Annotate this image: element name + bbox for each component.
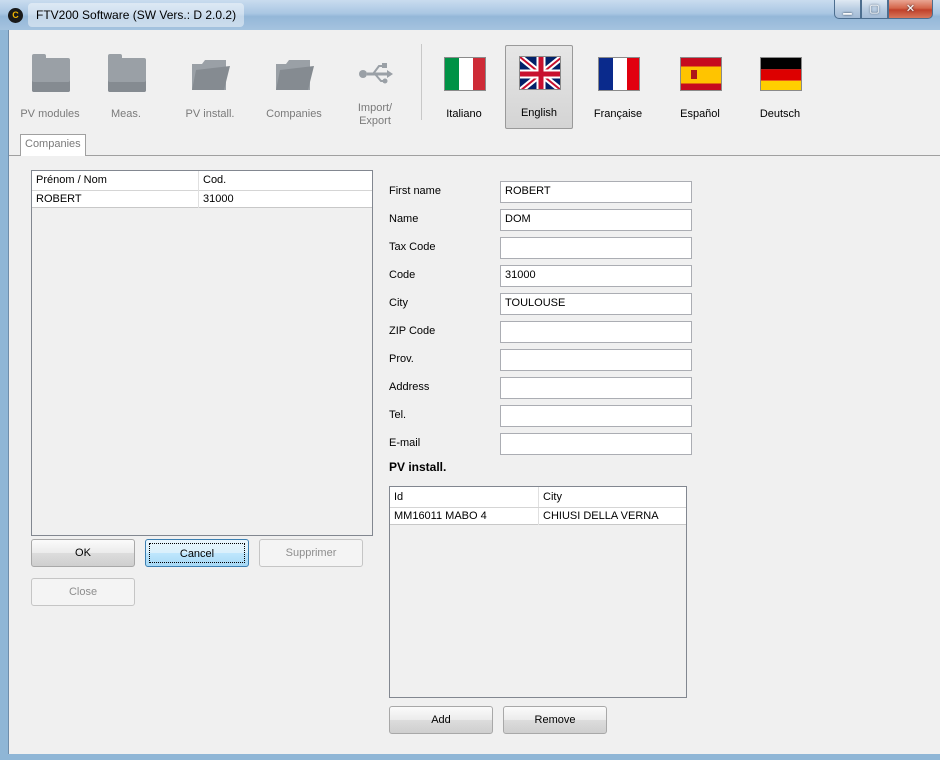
flag-uk-icon [519, 56, 561, 90]
name-label: Name [389, 213, 419, 225]
table-row[interactable]: ROBERT 31000 [32, 191, 372, 208]
language-italiano-label: Italiano [446, 108, 482, 120]
toolbar: PV modules Meas. PV install. Companies I… [9, 30, 940, 134]
cancel-button[interactable]: Cancel [145, 539, 249, 567]
city-label: City [389, 297, 408, 309]
first-name-field[interactable]: ROBERT [500, 181, 692, 203]
toolbar-meas[interactable]: Meas. [95, 46, 157, 126]
pv-install-title: PV install. [389, 460, 447, 474]
window-title: FTV200 Software (SW Vers.: D 2.0.2) [28, 3, 245, 27]
pv-install-list-header: Id City [390, 487, 686, 508]
window-controls: ▁ ▢ ✕ [834, 0, 933, 20]
language-espanol-label: Español [680, 108, 720, 120]
language-english[interactable]: English [505, 45, 573, 129]
company-list[interactable]: Prénom / Nom Cod. ROBERT 31000 [31, 170, 373, 536]
minimize-icon: ▁ [843, 3, 852, 15]
language-francaise[interactable]: Française [587, 47, 649, 131]
tab-bar: Companies [9, 134, 940, 156]
language-espanol[interactable]: Español [669, 47, 731, 131]
delete-button[interactable]: Supprimer [259, 539, 363, 567]
minimize-button[interactable]: ▁ [834, 0, 861, 19]
column-header-name[interactable]: Prénom / Nom [32, 171, 198, 191]
maximize-button[interactable]: ▢ [861, 0, 888, 19]
flag-germany-icon [760, 57, 802, 91]
toolbar-import-export[interactable]: Import/ Export [345, 46, 405, 128]
flag-france-icon [598, 57, 640, 91]
import-label: Import/ [357, 102, 393, 114]
toolbar-meas-label: Meas. [111, 108, 141, 120]
app-window: C FTV200 Software (SW Vers.: D 2.0.2) ▁ … [0, 0, 940, 760]
remove-button[interactable]: Remove [503, 706, 607, 734]
city-field[interactable]: TOULOUSE [500, 293, 692, 315]
language-deutsch-label: Deutsch [759, 108, 801, 120]
address-label: Address [389, 381, 430, 393]
folder-icon [104, 54, 148, 94]
code-label: Code [389, 269, 416, 281]
code-field[interactable]: 31000 [500, 265, 692, 287]
tel-field[interactable] [500, 405, 692, 427]
zip-code-field[interactable] [500, 321, 692, 343]
language-italiano[interactable]: Italiano [433, 47, 495, 131]
language-francaise-label: Française [593, 108, 643, 120]
toolbar-companies-label: Companies [266, 108, 322, 120]
first-name-label: First name [389, 185, 441, 197]
cancel-button-label: Cancel [149, 543, 245, 563]
toolbar-pv-modules-label: PV modules [20, 108, 80, 120]
email-field[interactable] [500, 433, 692, 455]
address-field[interactable] [500, 377, 692, 399]
language-deutsch[interactable]: Deutsch [749, 47, 811, 131]
close-window-button[interactable]: ✕ [888, 0, 933, 19]
cell-name: ROBERT [36, 193, 82, 205]
client-area: PV modules Meas. PV install. Companies I… [8, 30, 940, 754]
folder-icon [28, 54, 72, 94]
table-row[interactable]: MM16011 MABO 4 CHIUSI DELLA VERNA [390, 508, 686, 525]
flag-spain-icon [680, 57, 722, 91]
zip-code-label: ZIP Code [389, 325, 436, 337]
toolbar-pv-install-label: PV install. [185, 108, 235, 120]
folder-open-icon [272, 54, 316, 94]
toolbar-import-export-label: Import/ Export [345, 102, 405, 128]
flag-italy-icon [444, 57, 486, 91]
app-logo-icon: C [8, 8, 23, 23]
folder-open-icon [188, 54, 232, 94]
cell-code: 31000 [198, 191, 372, 208]
maximize-icon: ▢ [869, 3, 880, 15]
close-button[interactable]: Close [31, 578, 135, 606]
tel-label: Tel. [389, 409, 407, 421]
title-bar[interactable]: C FTV200 Software (SW Vers.: D 2.0.2) ▁ … [0, 0, 940, 30]
cell-city: CHIUSI DELLA VERNA [538, 508, 686, 525]
toolbar-pv-install[interactable]: PV install. [179, 46, 241, 126]
column-header-city[interactable]: City [538, 487, 686, 507]
close-icon: ✕ [905, 3, 916, 15]
tab-companies[interactable]: Companies [20, 134, 86, 156]
toolbar-companies[interactable]: Companies [259, 46, 329, 126]
column-header-code[interactable]: Cod. [198, 171, 372, 191]
column-header-id[interactable]: Id [390, 487, 538, 507]
toolbar-pv-modules[interactable]: PV modules [19, 46, 81, 126]
language-english-label: English [520, 107, 558, 119]
export-label: Export [359, 115, 391, 127]
cell-id: MM16011 MABO 4 [394, 510, 487, 522]
name-field[interactable]: DOM [500, 209, 692, 231]
add-button[interactable]: Add [389, 706, 493, 734]
usb-icon [353, 54, 397, 94]
email-label: E-mail [389, 437, 421, 449]
company-list-header: Prénom / Nom Cod. [32, 171, 372, 191]
tax-code-field[interactable] [500, 237, 692, 259]
pv-install-list[interactable]: Id City MM16011 MABO 4 CHIUSI DELLA VERN… [389, 486, 687, 698]
prov-label: Prov. [389, 353, 414, 365]
ok-button[interactable]: OK [31, 539, 135, 567]
toolbar-separator [421, 44, 422, 120]
prov-field[interactable] [500, 349, 692, 371]
tax-code-label: Tax Code [389, 241, 436, 253]
